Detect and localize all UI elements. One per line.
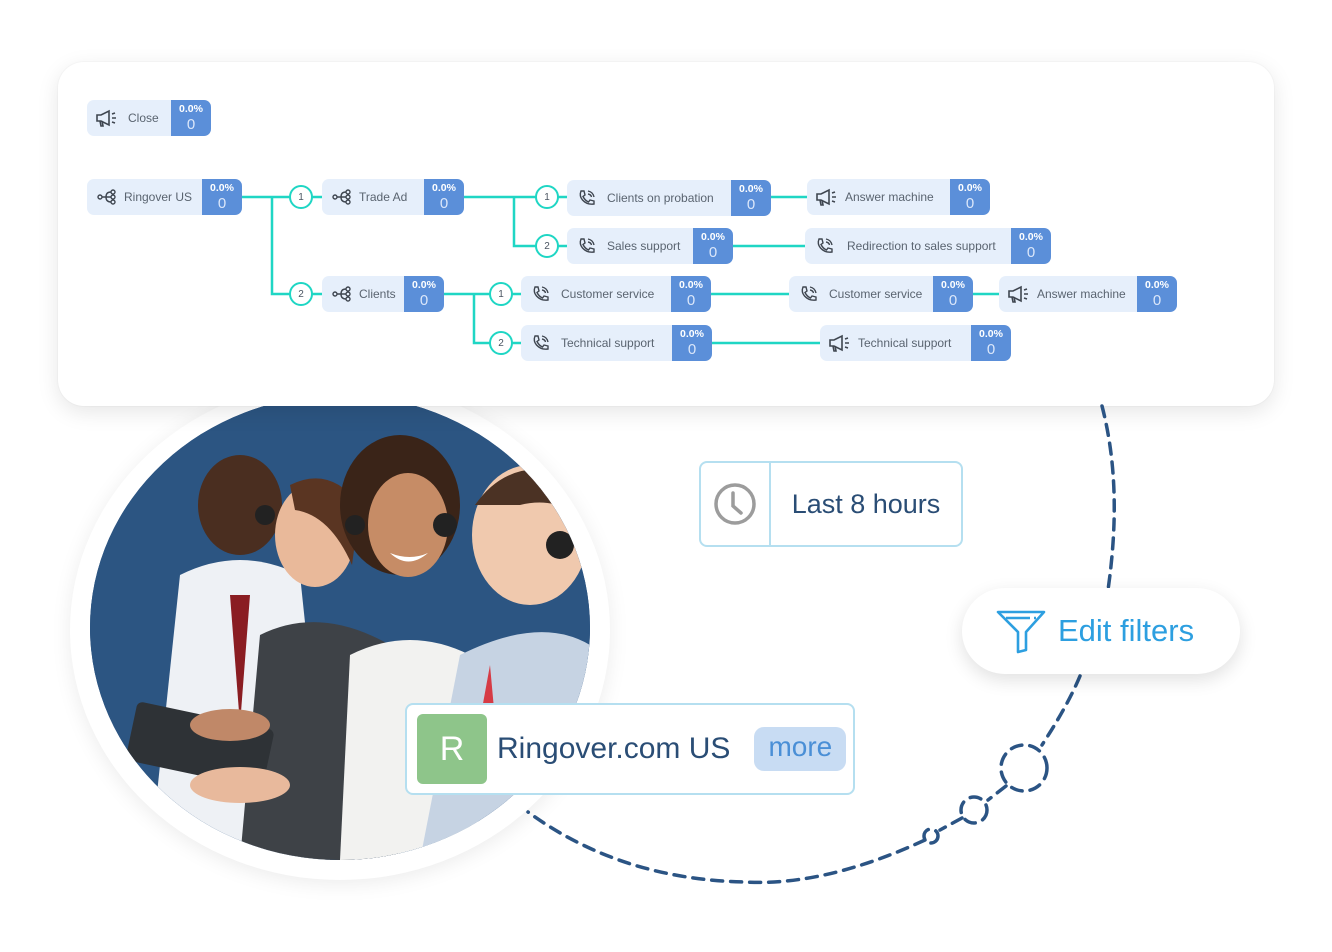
time-range-label: Last 8 hours <box>791 488 941 519</box>
node-count: 0 <box>965 195 975 213</box>
node-count: 0 <box>1026 244 1036 262</box>
node-percent: 0.0% <box>701 230 725 243</box>
node-label: Technical support <box>858 336 952 350</box>
node-count: 0 <box>217 195 227 213</box>
megaphone-icon <box>96 109 116 127</box>
node-count: 0 <box>986 341 996 359</box>
flow-node-ringover-us[interactable]: Ringover US 0.0% 0 <box>87 179 242 215</box>
flow-node-trade-ad[interactable]: Trade Ad 0.0% 0 <box>322 179 464 215</box>
flow-node-redirection-sales-support[interactable]: Redirection to sales support 0.0% 0 <box>805 228 1051 264</box>
node-label: Answer machine <box>845 190 934 204</box>
clock-icon <box>714 483 756 525</box>
flow-connectors <box>242 195 999 345</box>
flow-node-sales-support[interactable]: Sales support 0.0% 0 <box>567 228 733 264</box>
node-percent: 0.0% <box>979 327 1003 340</box>
time-range-selector[interactable]: Last 8 hours <box>699 461 963 547</box>
megaphone-icon <box>829 334 849 352</box>
node-percent: 0.0% <box>1145 278 1169 291</box>
node-count: 0 <box>686 292 696 310</box>
branch-badge: 2 <box>289 282 313 306</box>
node-percent: 0.0% <box>210 181 234 194</box>
phone-icon <box>579 190 595 205</box>
flow-node-technical-support[interactable]: Technical support 0.0% 0 <box>521 325 712 361</box>
phone-icon <box>533 335 549 350</box>
node-label: Customer service <box>561 287 655 301</box>
more-button[interactable]: more <box>754 727 847 771</box>
node-label: Customer service <box>829 287 923 301</box>
branch-badge: 1 <box>535 185 559 209</box>
node-label: Close <box>128 111 159 125</box>
megaphone-icon <box>1008 285 1028 303</box>
flow-node-answer-machine[interactable]: Answer machine 0.0% 0 <box>807 179 990 215</box>
node-label: Technical support <box>561 336 655 350</box>
node-label: Ringover US <box>124 190 193 204</box>
node-percent: 0.0% <box>1019 230 1043 243</box>
node-label: Clients <box>359 287 396 301</box>
funnel-icon <box>996 610 1046 654</box>
branch-badge: 2 <box>535 234 559 258</box>
node-label: Clients on probation <box>607 191 714 205</box>
node-label: Trade Ad <box>359 190 408 204</box>
phone-icon <box>817 238 833 253</box>
node-count: 0 <box>186 116 196 134</box>
branch-badge: 1 <box>289 185 313 209</box>
phone-icon <box>579 238 595 253</box>
edit-filters-label: Edit filters <box>1058 613 1195 648</box>
node-percent: 0.0% <box>958 181 982 194</box>
flow-node-clients[interactable]: Clients 0.0% 0 <box>322 276 444 312</box>
node-count: 0 <box>948 292 958 310</box>
node-percent: 0.0% <box>679 278 703 291</box>
edit-filters-button[interactable]: Edit filters <box>962 588 1240 674</box>
branch-icon <box>332 189 351 205</box>
phone-icon <box>801 286 817 301</box>
node-label: Redirection to sales support <box>847 239 996 253</box>
node-percent: 0.0% <box>432 181 456 194</box>
node-label: Sales support <box>607 239 681 253</box>
branch-badge: 2 <box>489 331 513 355</box>
account-name: Ringover.com US <box>497 732 731 765</box>
node-percent: 0.0% <box>179 102 203 115</box>
flow-node-clients-on-probation[interactable]: Clients on probation 0.0% 0 <box>567 180 771 216</box>
flow-node-customer-service[interactable]: Customer service 0.0% 0 <box>521 276 711 312</box>
node-count: 0 <box>687 341 697 359</box>
node-count: 0 <box>746 196 756 214</box>
flow-node-close[interactable]: Close 0.0% 0 <box>87 100 211 136</box>
flow-node-answer-machine-2[interactable]: Answer machine 0.0% 0 <box>999 276 1177 312</box>
branch-icon <box>97 189 116 205</box>
node-label: Answer machine <box>1037 287 1126 301</box>
node-percent: 0.0% <box>739 182 763 195</box>
node-percent: 0.0% <box>680 327 704 340</box>
node-count: 0 <box>419 292 429 310</box>
node-count: 0 <box>708 244 718 262</box>
phone-icon <box>533 286 549 301</box>
node-count: 0 <box>1152 292 1162 310</box>
account-avatar: R <box>417 714 487 784</box>
account-chip: R Ringover.com US more <box>405 703 855 795</box>
branch-badge: 1 <box>489 282 513 306</box>
flow-node-technical-support-2[interactable]: Technical support 0.0% 0 <box>820 325 1011 361</box>
megaphone-icon <box>816 188 836 206</box>
node-percent: 0.0% <box>412 278 436 291</box>
branch-icon <box>332 286 351 302</box>
node-count: 0 <box>439 195 449 213</box>
node-percent: 0.0% <box>941 278 965 291</box>
flow-node-customer-service-2[interactable]: Customer service 0.0% 0 <box>789 276 973 312</box>
